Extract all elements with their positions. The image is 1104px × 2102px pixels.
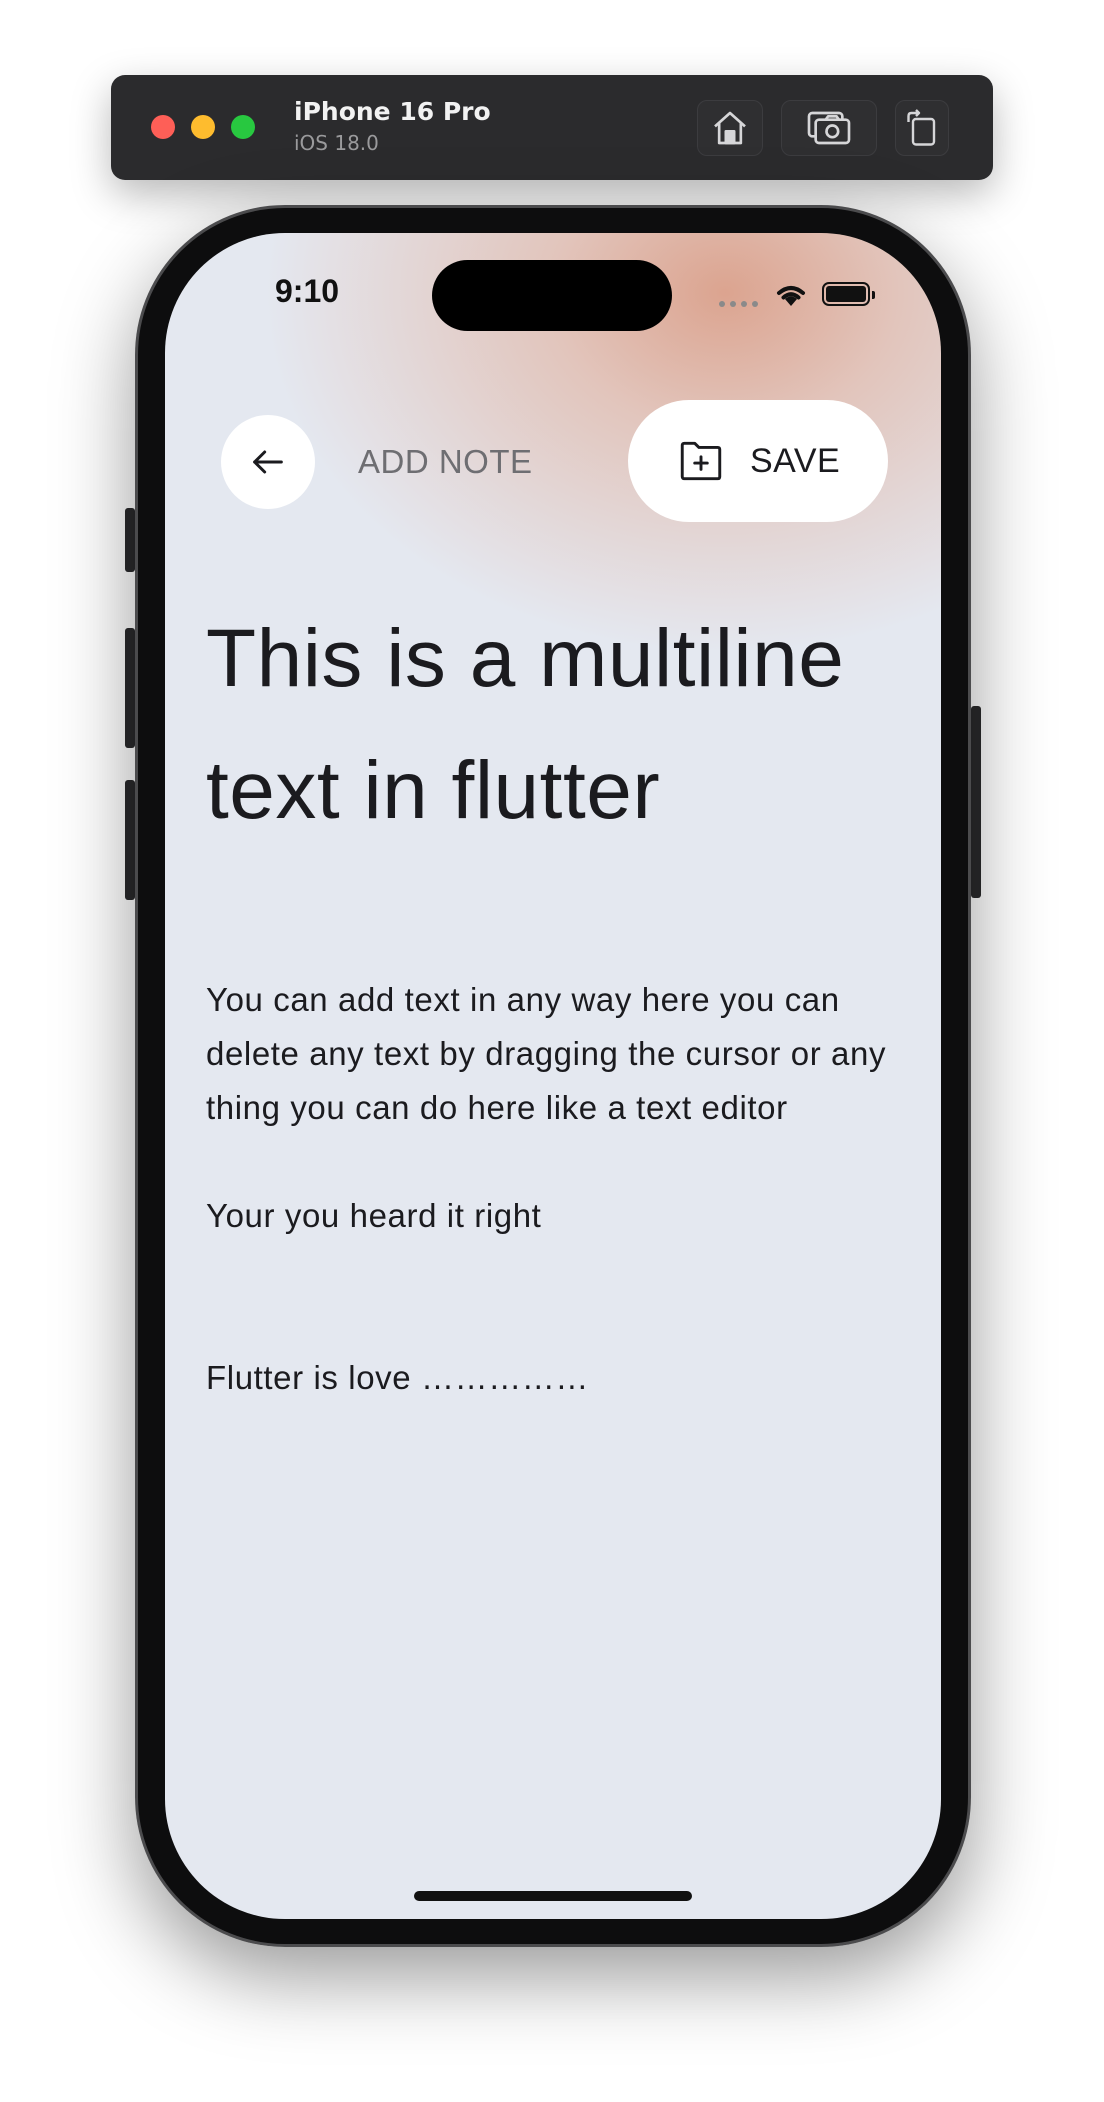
dynamic-island xyxy=(432,260,672,331)
screenshot-button[interactable] xyxy=(781,100,877,156)
wifi-icon xyxy=(777,286,805,306)
status-time: 9:10 xyxy=(275,273,340,309)
note-title-field[interactable]: This is a multiline text in flutter xyxy=(206,593,906,857)
action-button xyxy=(125,508,135,572)
os-version: iOS 18.0 xyxy=(294,131,379,155)
rotate-icon xyxy=(907,109,936,146)
rotate-button[interactable] xyxy=(895,100,949,156)
volume-down-button xyxy=(125,780,135,900)
minimize-window-button[interactable] xyxy=(191,115,215,139)
close-window-button[interactable] xyxy=(151,115,175,139)
home-indicator[interactable] xyxy=(414,1891,692,1901)
save-button-label: SAVE xyxy=(750,441,841,480)
home-button[interactable] xyxy=(697,100,763,156)
save-button[interactable]: SAVE xyxy=(628,400,888,522)
device-name: iPhone 16 Pro xyxy=(294,97,491,126)
power-button xyxy=(971,706,981,898)
screenshot-icon xyxy=(807,111,851,145)
home-icon xyxy=(714,111,746,145)
volume-up-button xyxy=(125,628,135,748)
page-title: ADD NOTE xyxy=(358,443,533,480)
note-body-field[interactable]: You can add text in any way here you can… xyxy=(206,973,906,1405)
phone-screen: 9:10 ADD NOTE SAVE This is a multiline t… xyxy=(165,233,941,1919)
simulator-toolbar: iPhone 16 Pro iOS 18.0 xyxy=(111,75,993,180)
battery-icon xyxy=(822,282,875,306)
zoom-window-button[interactable] xyxy=(231,115,255,139)
folder-add-icon xyxy=(680,441,722,481)
cellular-signal-icon xyxy=(719,301,758,307)
arrow-left-icon xyxy=(253,450,283,474)
back-button[interactable] xyxy=(221,415,315,509)
